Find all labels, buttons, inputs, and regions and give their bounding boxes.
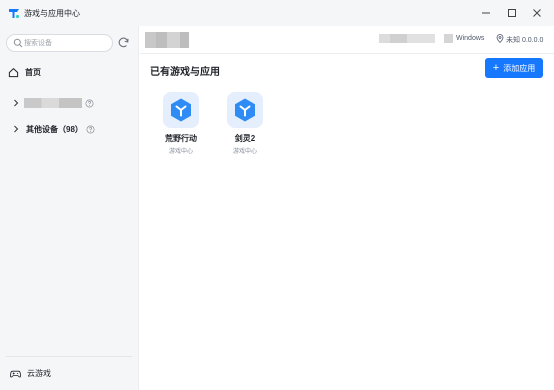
search-box[interactable] — [6, 34, 113, 52]
search-input[interactable] — [24, 37, 110, 49]
refresh-icon[interactable] — [117, 36, 130, 49]
sidebar-item-label: 云游戏 — [27, 368, 51, 378]
app-window: 游戏与应用中心 首页 — [0, 0, 554, 390]
sidebar-device-group-other[interactable]: 其他设备（98） — [12, 122, 95, 136]
help-icon[interactable] — [85, 99, 94, 108]
home-icon — [8, 67, 19, 77]
device-header: Windows 未知 0.0.0.0 — [140, 26, 554, 54]
redacted-device-name — [24, 98, 82, 108]
app-name: 荒野行动 — [165, 134, 197, 143]
minimize-icon — [482, 12, 490, 14]
close-icon — [533, 9, 541, 17]
title-bar: 游戏与应用中心 — [0, 0, 554, 26]
sidebar-item-label: 首页 — [25, 67, 41, 77]
plus-icon: + — [492, 61, 500, 74]
sidebar-item-home[interactable]: 首页 — [8, 64, 132, 80]
location-label: 未知 0.0.0.0 — [506, 37, 544, 44]
search-icon — [13, 38, 23, 48]
redacted-device-info — [379, 34, 435, 43]
device-group-label: 其他设备（98） — [26, 124, 83, 134]
location-pin-icon — [496, 34, 504, 43]
window-title: 游戏与应用中心 — [24, 9, 80, 18]
sidebar-item-cloud-gaming[interactable]: 云游戏 — [10, 366, 51, 380]
redacted-device-title — [145, 32, 189, 48]
close-button[interactable] — [528, 4, 546, 22]
maximize-icon — [508, 9, 516, 17]
minimize-button[interactable] — [477, 4, 495, 22]
gamepad-icon — [10, 370, 21, 377]
app-source: 游戏中心 — [232, 149, 257, 155]
sidebar-divider — [6, 356, 132, 357]
app-card[interactable]: 剑灵2 游戏中心 — [215, 92, 275, 158]
sidebar: 首页 其他设备（98） — [0, 26, 139, 390]
app-logo-icon — [9, 9, 20, 19]
app-icon — [163, 92, 199, 128]
sidebar-device-group-redacted[interactable] — [12, 96, 94, 110]
app-hexagon-icon — [171, 98, 191, 122]
main-content: Windows 未知 0.0.0.0 已有游戏与应用 + 添加应用 荒野行动 游… — [140, 26, 554, 390]
add-app-button[interactable]: + 添加应用 — [485, 58, 543, 78]
app-hexagon-icon — [235, 98, 255, 122]
os-icon — [444, 34, 453, 43]
help-icon[interactable] — [86, 125, 95, 134]
maximize-button[interactable] — [503, 4, 521, 22]
app-source: 游戏中心 — [168, 149, 193, 155]
add-app-button-label: 添加应用 — [503, 63, 536, 73]
section-title: 已有游戏与应用 — [150, 67, 220, 78]
os-label: Windows — [456, 35, 485, 42]
app-card[interactable]: 荒野行动 游戏中心 — [151, 92, 211, 158]
chevron-right-icon — [14, 125, 19, 133]
chevron-right-icon — [14, 99, 19, 107]
app-icon — [227, 92, 263, 128]
app-name: 剑灵2 — [234, 134, 256, 143]
